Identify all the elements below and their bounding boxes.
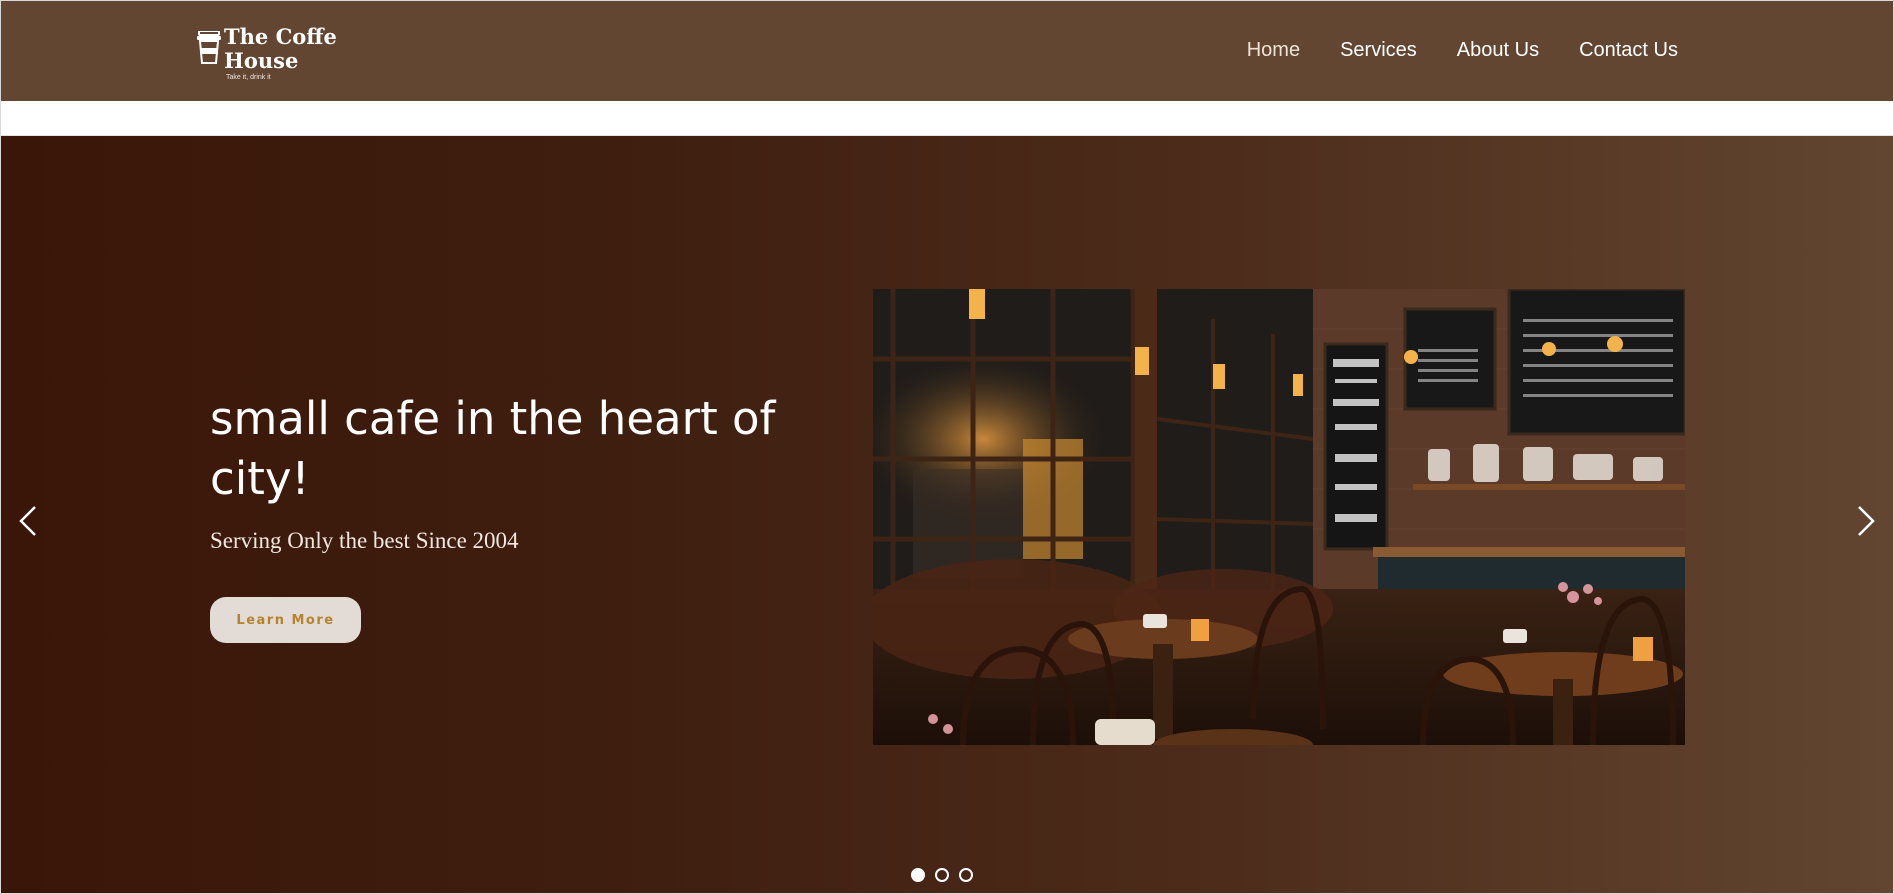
- carousel-dot-2[interactable]: [935, 868, 949, 882]
- brand-logo[interactable]: The Coffe House Take it, drink it: [197, 25, 347, 81]
- brand-title: The Coffe House: [224, 24, 337, 73]
- learn-more-button[interactable]: Learn More: [210, 597, 361, 643]
- brand-tagline: Take it, drink it: [226, 74, 271, 81]
- hero-subline: Serving Only the best Since 2004: [210, 528, 519, 553]
- page: The Coffe House Take it, drink it Home S…: [0, 0, 1894, 894]
- cafe-interior-photo: [873, 289, 1685, 745]
- chevron-right-icon: [1858, 506, 1875, 536]
- carousel-next-button[interactable]: [1851, 491, 1881, 551]
- nav-services[interactable]: Services: [1340, 39, 1417, 62]
- nav-home[interactable]: Home: [1247, 39, 1300, 62]
- navbar: The Coffe House Take it, drink it Home S…: [1, 1, 1893, 101]
- chevron-left-icon: [19, 506, 36, 536]
- nav-contact-us[interactable]: Contact Us: [1579, 39, 1678, 62]
- carousel-dot-3[interactable]: [959, 868, 973, 882]
- hero-headline: small cafe in the heart of city!: [210, 392, 776, 505]
- carousel-indicators: [911, 868, 973, 882]
- nav-about-us[interactable]: About Us: [1457, 39, 1539, 62]
- main-nav: Home Services About Us Contact Us: [1247, 39, 1678, 62]
- carousel-prev-button[interactable]: [13, 491, 43, 551]
- header-spacer: [1, 101, 1893, 136]
- coffee-cup-icon: [197, 31, 221, 64]
- hero-carousel: small cafe in the heart of city! Serving…: [1, 136, 1893, 893]
- carousel-dot-1[interactable]: [911, 868, 925, 882]
- brand-text: The Coffe House Take it, drink it: [224, 24, 337, 82]
